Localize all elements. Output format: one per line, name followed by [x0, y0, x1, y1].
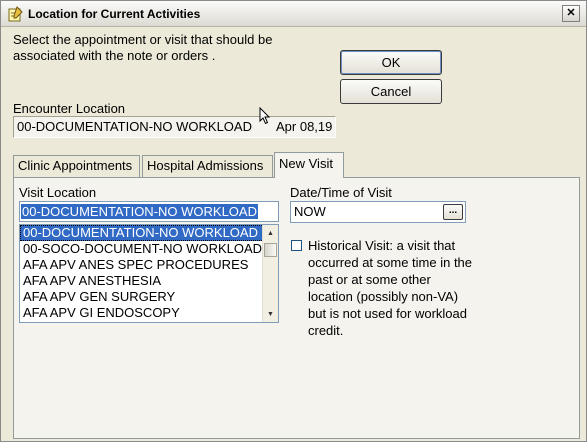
title-bar[interactable]: Location for Current Activities ✕ — [1, 1, 586, 27]
close-button[interactable]: ✕ — [562, 5, 580, 22]
list-item[interactable]: 00-SOCO-DOCUMENT-NO WORKLOAD — [20, 241, 264, 257]
visit-location-label: Visit Location — [19, 185, 97, 200]
tab-new-visit[interactable]: New Visit — [274, 152, 344, 178]
encounter-location-field: 00-DOCUMENTATION-NO WORKLOAD Apr 08,19 1… — [13, 116, 336, 138]
ok-button[interactable]: OK — [340, 50, 442, 75]
encounter-location-label: Encounter Location — [13, 101, 126, 116]
encounter-location-value: 00-DOCUMENTATION-NO WORKLOAD — [17, 119, 252, 134]
visit-datetime-value: NOW — [294, 204, 326, 219]
cancel-button[interactable]: Cancel — [340, 79, 442, 104]
scroll-up-icon[interactable]: ▲ — [263, 226, 278, 241]
list-item[interactable]: AFA APV ANESTHESIA — [20, 273, 264, 289]
visit-location-input[interactable]: 00-DOCUMENTATION-NO WORKLOAD — [19, 201, 279, 222]
close-icon: ✕ — [566, 7, 576, 19]
list-item[interactable]: AFA APV ANES SPEC PROCEDURES — [20, 257, 264, 273]
list-scrollbar[interactable]: ▲ ▼ — [262, 225, 278, 322]
notepad-icon — [8, 6, 23, 22]
window-title: Location for Current Activities — [28, 7, 201, 21]
tab-clinic-appointments[interactable]: Clinic Appointments — [13, 155, 140, 177]
visit-location-list[interactable]: 00-DOCUMENTATION-NO WORKLOAD 00-SOCO-DOC… — [19, 224, 279, 323]
visit-datetime-input[interactable]: NOW ... — [290, 201, 466, 223]
mouse-pointer-icon — [259, 107, 271, 125]
visit-location-input-value: 00-DOCUMENTATION-NO WORKLOAD — [21, 204, 258, 219]
visit-datetime-label: Date/Time of Visit — [290, 185, 392, 200]
list-item[interactable]: AFA APV GEN SURGERY — [20, 289, 264, 305]
scroll-down-icon[interactable]: ▼ — [263, 307, 278, 322]
list-item[interactable]: AFA APV GI ENDOSCOPY — [20, 305, 264, 321]
datetime-picker-button[interactable]: ... — [443, 204, 463, 220]
historical-visit-checkbox[interactable] — [291, 240, 302, 251]
instructions-text: Select the appointment or visit that sho… — [13, 32, 273, 63]
location-dialog: Location for Current Activities ✕ Select… — [0, 0, 587, 442]
encounter-date-value: Apr 08,19 10 — [276, 119, 335, 134]
historical-visit-label: Historical Visit: a visit that occurred … — [308, 238, 473, 338]
tab-hospital-admissions[interactable]: Hospital Admissions — [142, 155, 273, 177]
list-item[interactable]: 00-DOCUMENTATION-NO WORKLOAD — [20, 225, 264, 241]
scroll-thumb[interactable] — [264, 243, 277, 257]
